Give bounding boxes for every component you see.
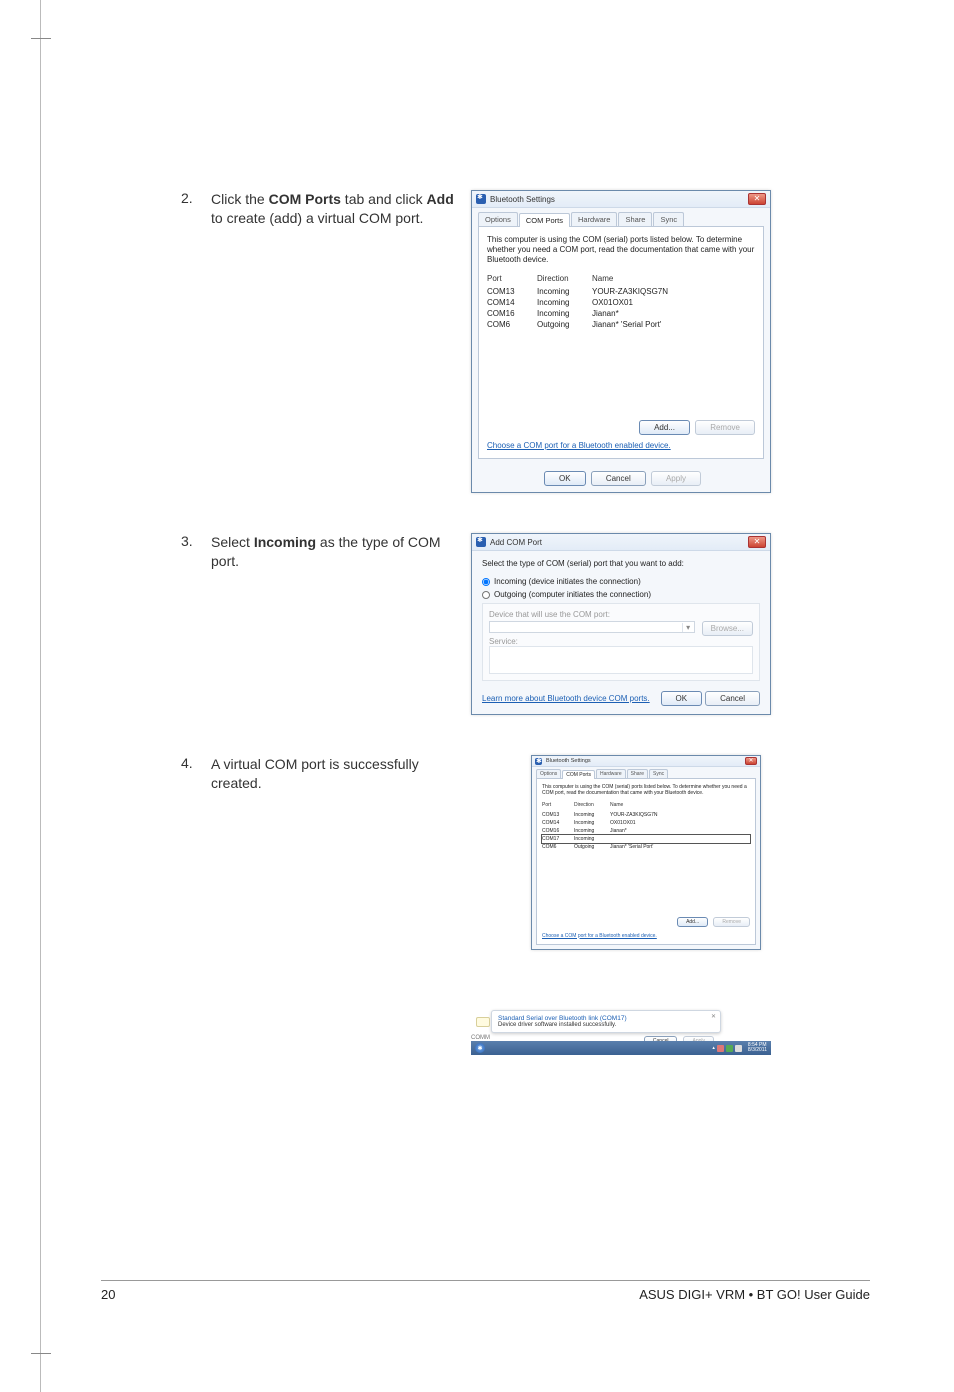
tray-icon[interactable]	[717, 1045, 724, 1052]
tab-options[interactable]: Options	[536, 769, 561, 778]
remove-button[interactable]: Remove	[713, 917, 750, 927]
page-number: 20	[101, 1287, 115, 1302]
com-ports-table: Port Direction Name COM13 Incoming YOUR-…	[542, 801, 750, 851]
step2-number: 2.	[181, 190, 211, 206]
dialog2-lead: Select the type of COM (serial) port tha…	[482, 559, 760, 569]
close-icon[interactable]: ✕	[745, 757, 757, 765]
step3-number: 3.	[181, 533, 211, 549]
table-row[interactable]: COM6 Outgoing Jianan* 'Serial Port'	[542, 843, 750, 851]
tab-hardware[interactable]: Hardware	[596, 769, 626, 778]
device-dropdown[interactable]: ▾	[489, 621, 695, 633]
product-title: ASUS DIGI+ VRM • BT GO! User Guide	[639, 1287, 870, 1302]
col-port: Port	[487, 274, 537, 283]
balloon-subtitle: Device driver software installed success…	[498, 1022, 714, 1028]
tab-share[interactable]: Share	[627, 769, 648, 778]
table-row[interactable]: COM16 Incoming Jianan*	[542, 827, 750, 835]
dialog3-description: This computer is using the COM (serial) …	[542, 784, 750, 797]
ok-button[interactable]: OK	[661, 691, 703, 706]
radio-outgoing[interactable]: Outgoing (computer initiates the connect…	[482, 590, 760, 599]
choose-com-port-link[interactable]: Choose a COM port for a Bluetooth enable…	[487, 441, 671, 450]
remove-button[interactable]: Remove	[695, 420, 755, 435]
add-button[interactable]: Add...	[639, 420, 690, 435]
table-row[interactable]: COM16 Incoming Jianan*	[487, 308, 755, 319]
bluetooth-settings-dialog-small: Bluetooth Settings ✕ Options COM Ports H…	[531, 755, 761, 950]
close-icon[interactable]: ✕	[748, 536, 766, 548]
radio-incoming[interactable]: Incoming (device initiates the connectio…	[482, 577, 760, 586]
ok-button[interactable]: OK	[544, 471, 586, 486]
system-tray[interactable]: ▴	[712, 1045, 742, 1052]
tab-hardware[interactable]: Hardware	[571, 212, 618, 226]
com-ports-table: Port Direction Name COM13 Incoming YOUR-…	[487, 273, 755, 330]
taskbar[interactable]: ✱ ▴ 8:54 PM 8/3/2011	[471, 1041, 771, 1055]
step4-text: A virtual COM port is successfully creat…	[211, 755, 471, 793]
driver-installed-balloon[interactable]: ✕ Standard Serial over Bluetooth link (C…	[491, 1010, 721, 1033]
radio-incoming-input[interactable]	[482, 578, 490, 586]
step2-text: Click the COM Ports tab and click Add to…	[211, 190, 471, 228]
step3-text: Select Incoming as the type of COM port.	[211, 533, 471, 571]
bluetooth-tray-icon[interactable]: ✱	[475, 1043, 485, 1053]
tab-options[interactable]: Options	[478, 212, 518, 226]
crop-tick-bottom	[31, 1353, 51, 1354]
radio-outgoing-input[interactable]	[482, 591, 490, 599]
tab-com-ports[interactable]: COM Ports	[562, 770, 595, 779]
balloon-title: Standard Serial over Bluetooth link (COM…	[498, 1015, 714, 1022]
table-row[interactable]: COM14 Incoming OX01OX01	[542, 819, 750, 827]
cancel-button[interactable]: Cancel	[705, 691, 760, 706]
tab-com-ports[interactable]: COM Ports	[519, 213, 570, 227]
crop-tick-top	[31, 38, 51, 39]
dialog2-title: Add COM Port	[490, 538, 748, 547]
tab-sync[interactable]: Sync	[653, 212, 684, 226]
col-name: Name	[592, 274, 755, 283]
tab-share[interactable]: Share	[618, 212, 652, 226]
cancel-button[interactable]: Cancel	[591, 471, 646, 486]
device-label: Device that will use the COM port:	[489, 610, 753, 619]
chevron-down-icon: ▾	[682, 623, 694, 632]
choose-com-port-link[interactable]: Choose a COM port for a Bluetooth enable…	[542, 933, 657, 939]
table-row[interactable]: COM14 Incoming OX01OX01	[487, 297, 755, 308]
add-com-port-dialog: Add COM Port ✕ Select the type of COM (s…	[471, 533, 771, 715]
service-label: Service:	[489, 637, 753, 646]
folder-icon	[476, 1017, 490, 1027]
bluetooth-icon	[535, 758, 542, 765]
tray-volume-icon[interactable]	[735, 1045, 742, 1052]
dialog1-description: This computer is using the COM (serial) …	[487, 235, 755, 265]
dialog3-title: Bluetooth Settings	[546, 758, 745, 764]
add-button[interactable]: Add...	[677, 917, 708, 927]
close-icon[interactable]: ✕	[748, 193, 766, 205]
learn-more-link[interactable]: Learn more about Bluetooth device COM po…	[482, 694, 650, 703]
chevron-up-icon[interactable]: ▴	[712, 1045, 715, 1051]
apply-button[interactable]: Apply	[651, 471, 701, 486]
step4-desktop: Bluetooth Settings ✕ Options COM Ports H…	[471, 755, 771, 1055]
close-icon[interactable]: ✕	[711, 1013, 716, 1020]
table-row[interactable]: COM6 Outgoing Jianan* 'Serial Port'	[487, 319, 755, 330]
browse-button[interactable]: Browse...	[702, 621, 753, 636]
bluetooth-settings-dialog: Bluetooth Settings ✕ Options COM Ports H…	[471, 190, 771, 493]
table-row-new[interactable]: COM17 Incoming	[542, 835, 750, 843]
dialog1-title: Bluetooth Settings	[490, 195, 748, 204]
bluetooth-icon	[476, 194, 486, 204]
bluetooth-icon	[476, 537, 486, 547]
col-direction: Direction	[537, 274, 592, 283]
table-row[interactable]: COM13 Incoming YOUR-ZA3KIQSG7N	[542, 811, 750, 819]
table-row[interactable]: COM13 Incoming YOUR-ZA3KIQSG7N	[487, 286, 755, 297]
service-listbox[interactable]	[489, 646, 753, 674]
step4-number: 4.	[181, 755, 211, 771]
tab-sync[interactable]: Sync	[649, 769, 668, 778]
taskbar-clock[interactable]: 8:54 PM 8/3/2011	[748, 1043, 767, 1053]
tray-icon[interactable]	[726, 1045, 733, 1052]
